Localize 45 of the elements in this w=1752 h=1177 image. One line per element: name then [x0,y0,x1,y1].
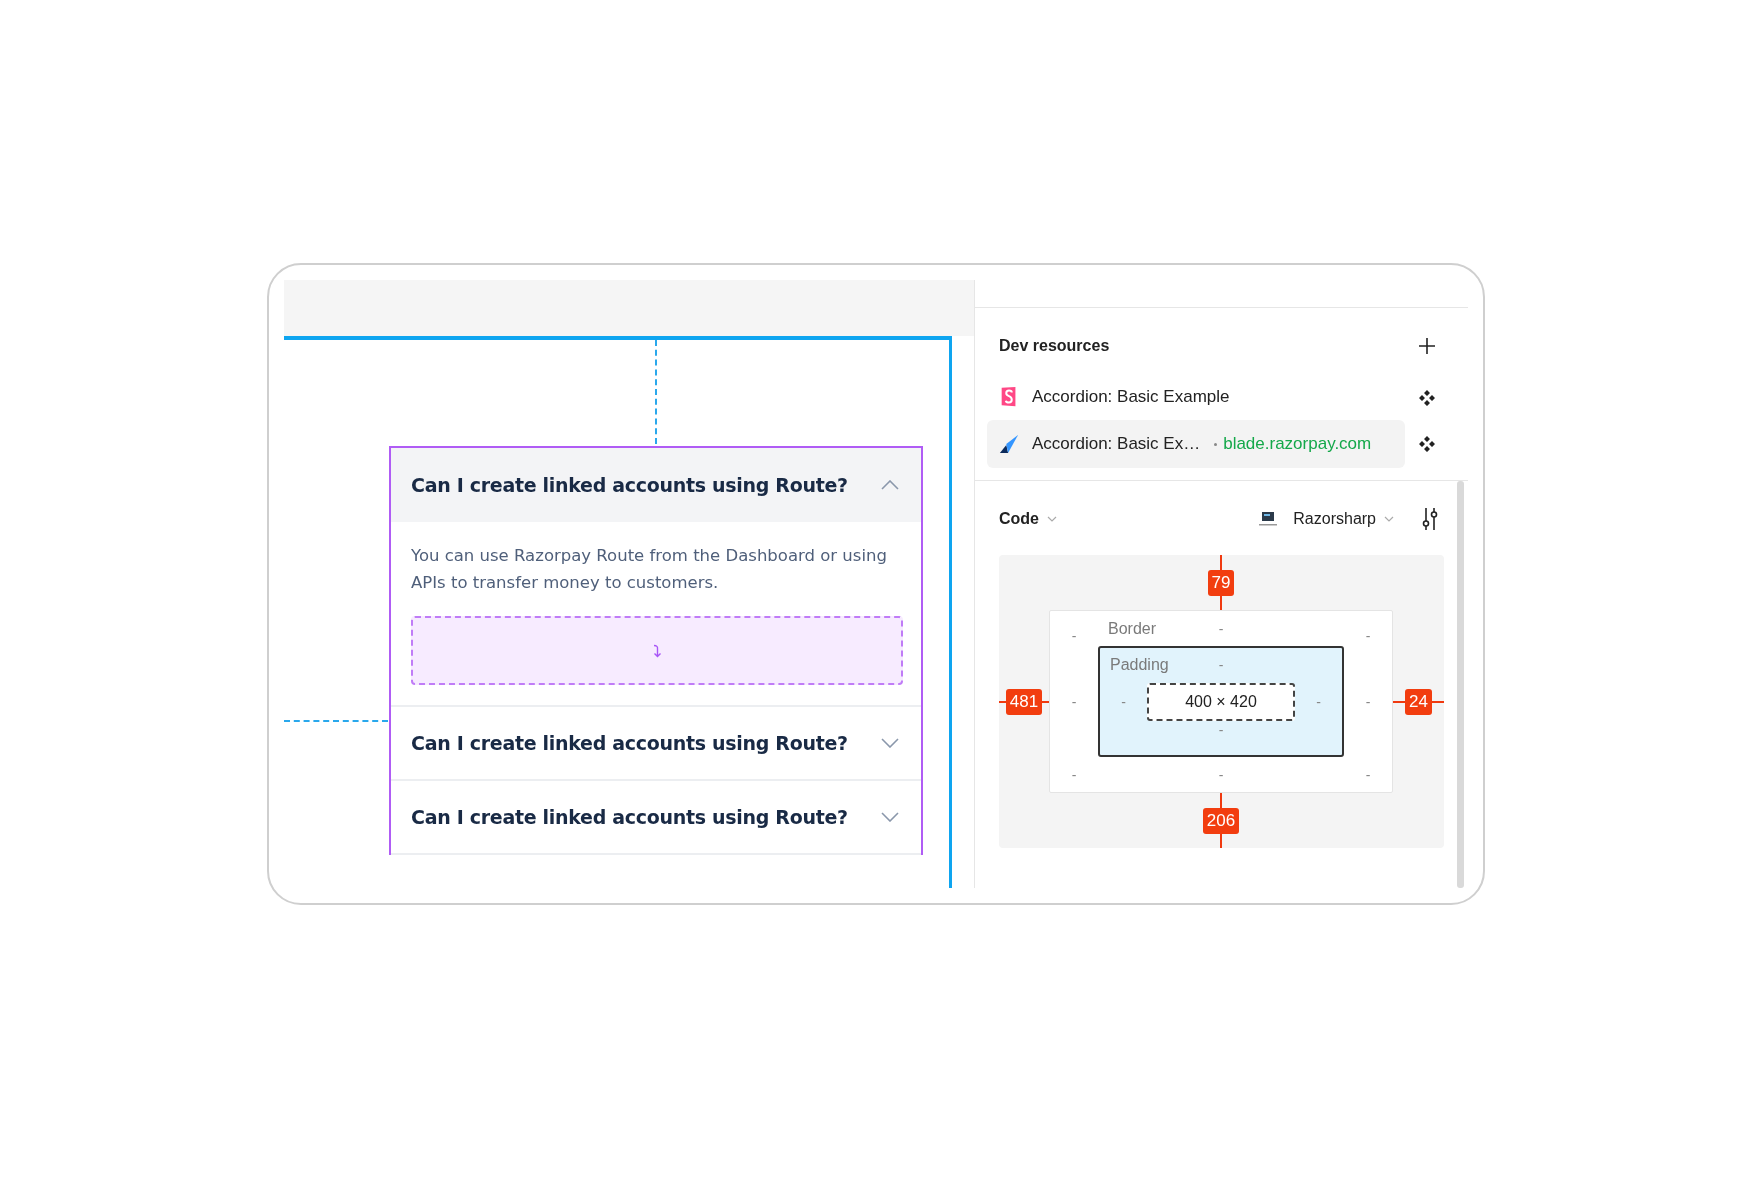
border-label: Border [1107,619,1157,638]
chevron-down-icon[interactable] [881,812,899,822]
margin-value: 79 [1207,569,1235,596]
resource-name: Accordion: Basic Example [1032,387,1230,407]
accordion-title: Can I create linked accounts using Route? [411,732,848,754]
value-dash: - [1316,694,1321,710]
value-dash: - [1365,693,1371,710]
value-dash: - [1218,722,1224,738]
padding-label: Padding [1109,656,1169,674]
value-dash: - [1365,766,1371,783]
accordion-title: Can I create linked accounts using Route? [411,474,848,496]
code-dropdown[interactable]: Code [999,510,1057,528]
arrow-down-icon [652,643,662,658]
component-icon[interactable] [1418,388,1436,407]
caret-icon [1384,516,1394,522]
settings-icon[interactable] [1420,507,1440,531]
value-dash: - [1071,628,1077,644]
value-dash: - [1218,657,1224,673]
accordion-title: Can I create linked accounts using Route? [411,806,848,828]
value-dash: - [1218,620,1224,637]
resource-item[interactable]: Accordion: Basic Example [987,375,1405,419]
value-dash: - [1121,694,1126,710]
component-icon[interactable] [1418,435,1436,453]
value-dash: - [1071,766,1077,783]
chevron-down-icon[interactable] [881,738,899,748]
section-title: Dev resources [999,337,1110,355]
margin-value: 206 [1202,807,1240,834]
margin-value: 24 [1405,688,1432,715]
resource-item[interactable]: Accordion: Basic Ex… blade.razorpay.com [987,420,1405,468]
value-dash: - [1071,693,1077,710]
value-dash: - [1365,628,1371,644]
resource-name: Accordion: Basic Ex… [1032,434,1201,454]
library-dropdown[interactable]: Razorsharp [1293,510,1394,528]
margin-value: 481 [1005,688,1043,715]
monitor-icon [1257,511,1280,527]
accordion-header[interactable]: Can I create linked accounts using Route? [391,448,921,522]
caret-icon [1047,516,1057,522]
separator-dot [1214,442,1218,446]
content-size: 400 × 420 [1147,683,1295,721]
scrollbar[interactable] [1457,481,1464,888]
chevron-up-icon[interactable] [881,480,899,490]
accordion-body-text: You can use Razorpay Route from the Dashboard or using APIs to transfer money to customers. [411,545,888,594]
add-icon[interactable] [1418,337,1436,355]
app-logo-icon [999,433,1019,455]
value-dash: - [1218,766,1224,783]
